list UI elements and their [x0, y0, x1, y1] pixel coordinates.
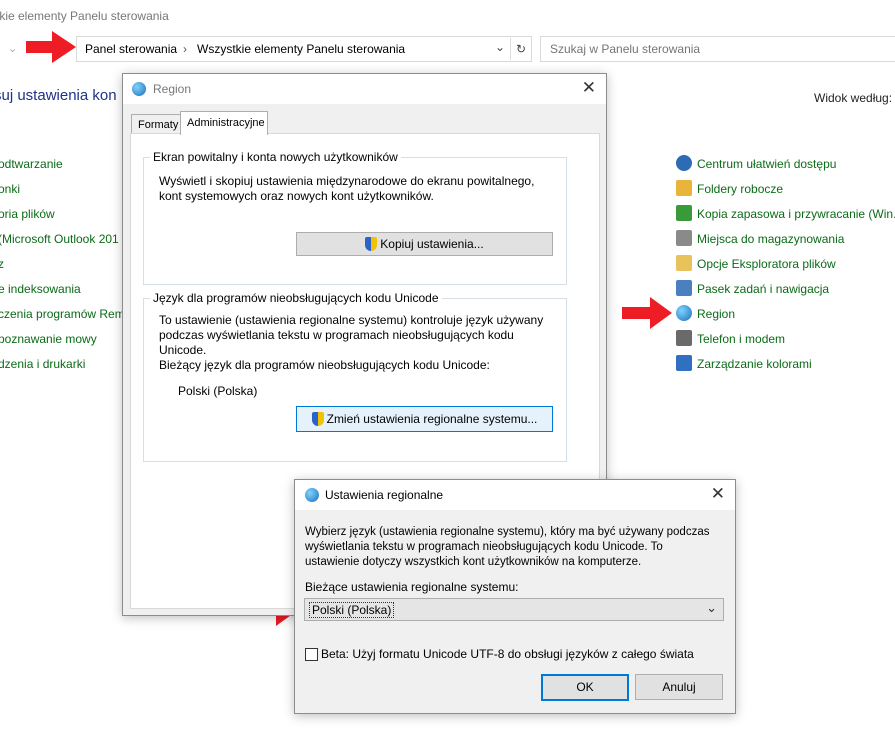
- search-input[interactable]: [550, 42, 880, 56]
- system-locale-dialog: Ustawienia regionalne ✕ Wybierz język (u…: [294, 479, 736, 714]
- left-item-4[interactable]: (Microsoft Outlook 201: [0, 232, 119, 246]
- page-heading: suj ustawienia kon: [0, 87, 117, 104]
- left-item-7[interactable]: czenia programów Rem: [0, 307, 125, 321]
- breadcrumb-all-items[interactable]: Wszystkie elementy Panelu sterowania: [197, 42, 405, 56]
- tab-formats[interactable]: Formaty: [131, 114, 181, 135]
- uac-shield-icon: [365, 237, 378, 251]
- work-folders-icon: [676, 180, 692, 196]
- group-description: To ustawienie (ustawienia regionalne sys…: [159, 313, 544, 372]
- dialog-title: Region: [153, 82, 192, 96]
- group-legend: Język dla programów nieobsługujących kod…: [150, 291, 442, 305]
- breadcrumb-control-panel[interactable]: Panel sterowania: [85, 42, 177, 56]
- close-icon[interactable]: ✕: [711, 484, 725, 504]
- left-item-9[interactable]: dzenia i drukarki: [0, 357, 85, 371]
- current-locale-label: Bieżące ustawienia regionalne systemu:: [305, 580, 519, 594]
- locale-select[interactable]: Polski (Polska) ⌄: [304, 598, 724, 621]
- left-item-2[interactable]: onki: [0, 182, 20, 196]
- ok-button[interactable]: OK: [541, 674, 629, 701]
- window-title: tkie elementy Panelu sterowania: [0, 9, 169, 23]
- close-icon[interactable]: ✕: [582, 78, 596, 98]
- locale-description: Wybierz język (ustawienia regionalne sys…: [305, 526, 710, 568]
- chevron-down-icon: ⌄: [706, 600, 717, 615]
- chevron-down-icon[interactable]: ⌄: [495, 40, 505, 54]
- left-item-8[interactable]: poznawanie mowy: [0, 332, 97, 346]
- tab-administrative[interactable]: Administracyjne: [180, 111, 268, 135]
- locale-dialog-titlebar: Ustawienia regionalne ✕: [295, 480, 735, 510]
- explorer-options-icon: [676, 255, 692, 271]
- region-globe-icon: [132, 82, 146, 96]
- cancel-button[interactable]: Anuluj: [635, 674, 723, 700]
- locale-select-value: Polski (Polska): [309, 602, 395, 618]
- copy-settings-button[interactable]: Kopiuj ustawienia...: [296, 232, 553, 256]
- up-arrow-icon[interactable]: ⌄: [8, 42, 17, 55]
- left-item-1[interactable]: odtwarzanie: [0, 157, 63, 171]
- left-item-3[interactable]: oria plików: [0, 207, 55, 221]
- left-item-5[interactable]: z: [0, 257, 4, 271]
- control-panel-titlebar: tkie elementy Panelu sterowania: [0, 0, 895, 32]
- left-item-6[interactable]: e indeksowania: [0, 282, 81, 296]
- backup-icon: [676, 205, 692, 221]
- uac-shield-icon: [311, 412, 324, 426]
- group-legend: Ekran powitalny i konta nowych użytkowni…: [150, 150, 401, 164]
- region-globe-icon: [676, 305, 692, 321]
- taskbar-icon: [676, 280, 692, 296]
- change-system-locale-button[interactable]: Zmień ustawienia regionalne systemu...: [296, 406, 553, 432]
- unicode-language-group: Język dla programów nieobsługujących kod…: [143, 291, 567, 462]
- breadcrumb-chevron-icon: ›: [183, 42, 187, 56]
- color-management-icon: [676, 355, 692, 371]
- search-box[interactable]: [540, 36, 895, 62]
- phone-modem-icon: [676, 330, 692, 346]
- accessibility-icon: [676, 155, 692, 171]
- storage-spaces-icon: [676, 230, 692, 246]
- current-language-value: Polski (Polska): [178, 384, 258, 398]
- region-globe-icon: [305, 488, 319, 502]
- view-by-label[interactable]: Widok według:: [814, 91, 892, 105]
- welcome-screen-group: Ekran powitalny i konta nowych użytkowni…: [143, 150, 567, 285]
- dialog-title: Ustawienia regionalne: [325, 488, 444, 502]
- group-description: Wyświetl i skopiuj ustawienia międzynaro…: [159, 174, 535, 203]
- utf8-beta-label[interactable]: Beta: Użyj formatu Unicode UTF-8 do obsł…: [321, 647, 694, 662]
- region-dialog-titlebar: Region ✕: [123, 74, 606, 104]
- utf8-beta-checkbox[interactable]: [305, 648, 318, 661]
- address-bar[interactable]: Panel sterowania › Wszystkie elementy Pa…: [76, 36, 532, 62]
- refresh-icon[interactable]: ↻: [510, 38, 531, 60]
